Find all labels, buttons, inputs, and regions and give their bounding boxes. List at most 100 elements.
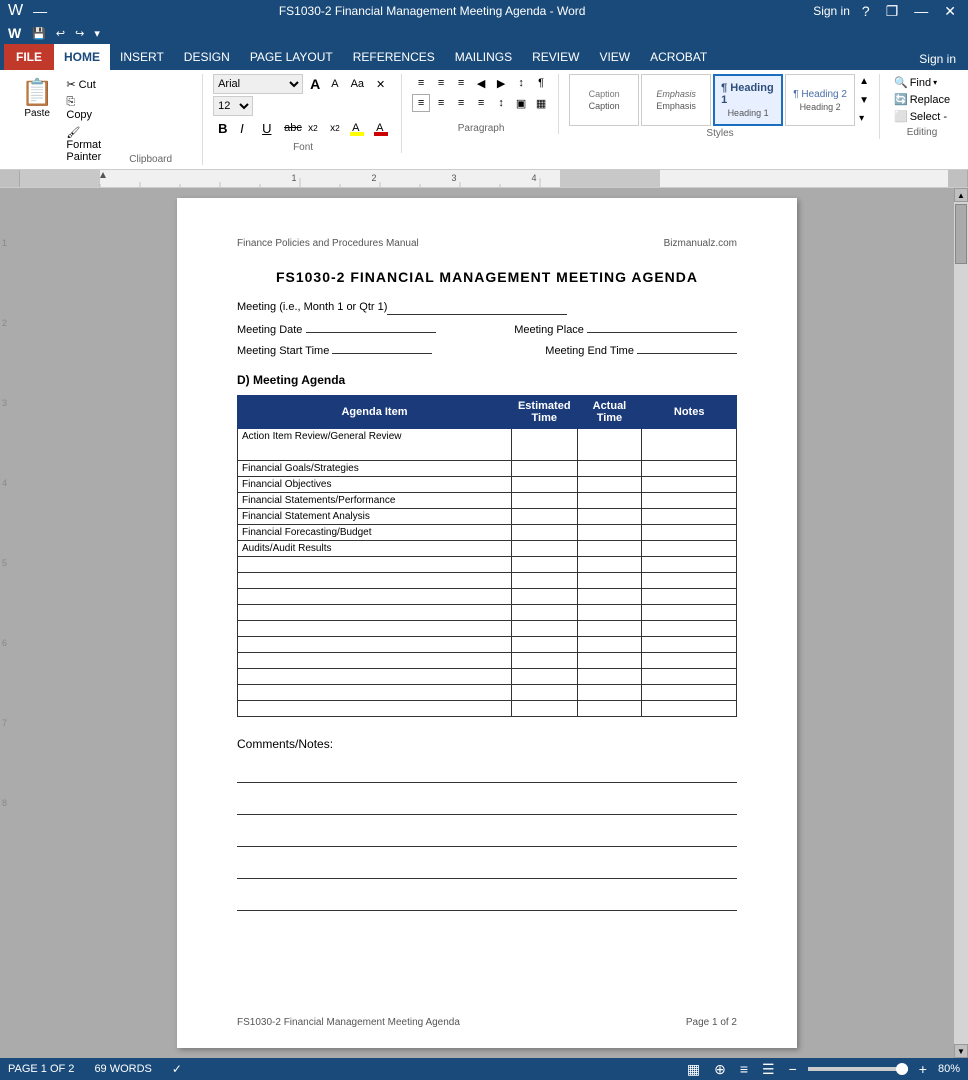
cell-actual[interactable] [577, 589, 642, 605]
cell-notes[interactable] [642, 477, 737, 493]
subscript-btn[interactable]: x2 [303, 118, 323, 138]
cell-actual[interactable] [577, 701, 642, 717]
tab-references[interactable]: REFERENCES [343, 44, 445, 70]
copy-button[interactable]: ⎘ Copy [62, 94, 105, 123]
bullets-btn[interactable]: ≡ [412, 74, 430, 92]
customize-btn[interactable]: ▾ [91, 26, 103, 41]
view-web-btn[interactable]: ⊕ [711, 1061, 729, 1078]
cell-actual[interactable] [577, 525, 642, 541]
cell-actual[interactable] [577, 685, 642, 701]
cell-item[interactable] [238, 589, 512, 605]
tab-review[interactable]: REVIEW [522, 44, 589, 70]
change-case-btn[interactable]: Aa [346, 74, 369, 94]
help-btn[interactable]: ? [858, 3, 874, 19]
line-spacing-btn[interactable]: ↕ [492, 94, 510, 112]
window-minimize-btn[interactable]: — [910, 3, 932, 19]
meeting-end-field[interactable] [637, 340, 737, 354]
font-size-select[interactable]: 12 [213, 96, 253, 116]
sign-in-ribbon[interactable]: Sign in [911, 48, 964, 70]
underline-btn[interactable]: U [257, 118, 277, 138]
multilevel-btn[interactable]: ≡ [452, 74, 470, 92]
cell-notes[interactable] [642, 509, 737, 525]
scroll-up-btn[interactable]: ▲ [954, 188, 968, 202]
justify-btn[interactable]: ≡ [472, 94, 490, 112]
cell-item[interactable]: Financial Objectives [238, 477, 512, 493]
cell-item[interactable]: Financial Goals/Strategies [238, 461, 512, 477]
cell-item[interactable]: Financial Statement Analysis [238, 509, 512, 525]
minimize-btn[interactable]: — [29, 3, 51, 19]
superscript-btn[interactable]: x2 [325, 118, 345, 138]
format-painter-button[interactable]: 🖌 Format Painter [62, 124, 105, 165]
tab-mailings[interactable]: MAILINGS [445, 44, 522, 70]
cell-actual[interactable] [577, 653, 642, 669]
cell-item[interactable] [238, 637, 512, 653]
cell-item[interactable]: Action Item Review/General Review [238, 429, 512, 461]
cell-notes[interactable] [642, 685, 737, 701]
styles-scroll-down[interactable]: ▼ [859, 95, 869, 106]
numbered-btn[interactable]: ≡ [432, 74, 450, 92]
cell-item[interactable] [238, 621, 512, 637]
comment-line-3[interactable] [237, 823, 737, 847]
bold-btn[interactable]: B [213, 118, 233, 138]
select-btn[interactable]: ⬜ Select - [890, 108, 951, 125]
comment-line-2[interactable] [237, 791, 737, 815]
cell-est[interactable] [511, 541, 577, 557]
cell-notes[interactable] [642, 637, 737, 653]
paste-button[interactable]: 📋 Paste [14, 74, 60, 165]
cell-est[interactable] [511, 429, 577, 461]
cell-actual[interactable] [577, 493, 642, 509]
cut-button[interactable]: ✂ Cut [62, 76, 105, 93]
cell-est[interactable] [511, 525, 577, 541]
cell-notes[interactable] [642, 653, 737, 669]
cell-notes[interactable] [642, 461, 737, 477]
cell-notes[interactable] [642, 669, 737, 685]
cell-est[interactable] [511, 653, 577, 669]
cell-item[interactable] [238, 573, 512, 589]
undo-btn[interactable]: ↩ [53, 26, 68, 41]
cell-actual[interactable] [577, 429, 642, 461]
zoom-plus-btn[interactable]: + [916, 1061, 930, 1077]
text-highlight-btn[interactable]: A [347, 118, 369, 138]
cell-actual[interactable] [577, 509, 642, 525]
cell-est[interactable] [511, 557, 577, 573]
font-shrink-btn[interactable]: A [326, 74, 343, 94]
cell-item[interactable] [238, 685, 512, 701]
meeting-line1-field[interactable] [387, 301, 567, 315]
cell-actual[interactable] [577, 637, 642, 653]
cell-item[interactable] [238, 669, 512, 685]
cell-est[interactable] [511, 509, 577, 525]
style-heading1[interactable]: ¶ Heading 1 Heading 1 [713, 74, 783, 126]
tab-home[interactable]: HOME [54, 44, 110, 70]
cell-est[interactable] [511, 477, 577, 493]
find-btn[interactable]: 🔍 Find ▾ [890, 74, 941, 91]
tab-view[interactable]: VIEW [589, 44, 640, 70]
meeting-place-field[interactable] [587, 319, 737, 333]
cell-item[interactable]: Audits/Audit Results [238, 541, 512, 557]
tab-insert[interactable]: INSERT [110, 44, 174, 70]
cell-est[interactable] [511, 669, 577, 685]
scroll-thumb[interactable] [955, 204, 967, 264]
tab-page-layout[interactable]: PAGE LAYOUT [240, 44, 343, 70]
sort-btn[interactable]: ↕ [512, 74, 530, 92]
replace-btn[interactable]: 🔄 Replace [890, 91, 954, 108]
cell-actual[interactable] [577, 621, 642, 637]
cell-notes[interactable] [642, 701, 737, 717]
cell-est[interactable] [511, 589, 577, 605]
cell-notes[interactable] [642, 429, 737, 461]
meeting-date-field[interactable] [306, 319, 436, 333]
tab-acrobat[interactable]: ACROBAT [640, 44, 717, 70]
shading-btn[interactable]: ▣ [512, 94, 530, 112]
strikethrough-btn[interactable]: abc [279, 118, 301, 138]
cell-actual[interactable] [577, 461, 642, 477]
font-grow-btn[interactable]: A [305, 74, 325, 94]
align-left-btn[interactable]: ≡ [412, 94, 430, 112]
comment-line-4[interactable] [237, 855, 737, 879]
cell-est[interactable] [511, 605, 577, 621]
cell-actual[interactable] [577, 605, 642, 621]
scrollbar[interactable]: ▲ ▼ [954, 188, 968, 1058]
cell-item[interactable]: Financial Forecasting/Budget [238, 525, 512, 541]
cell-item[interactable] [238, 605, 512, 621]
meeting-start-field[interactable] [332, 340, 432, 354]
cell-actual[interactable] [577, 557, 642, 573]
style-caption[interactable]: Caption Caption [569, 74, 639, 126]
